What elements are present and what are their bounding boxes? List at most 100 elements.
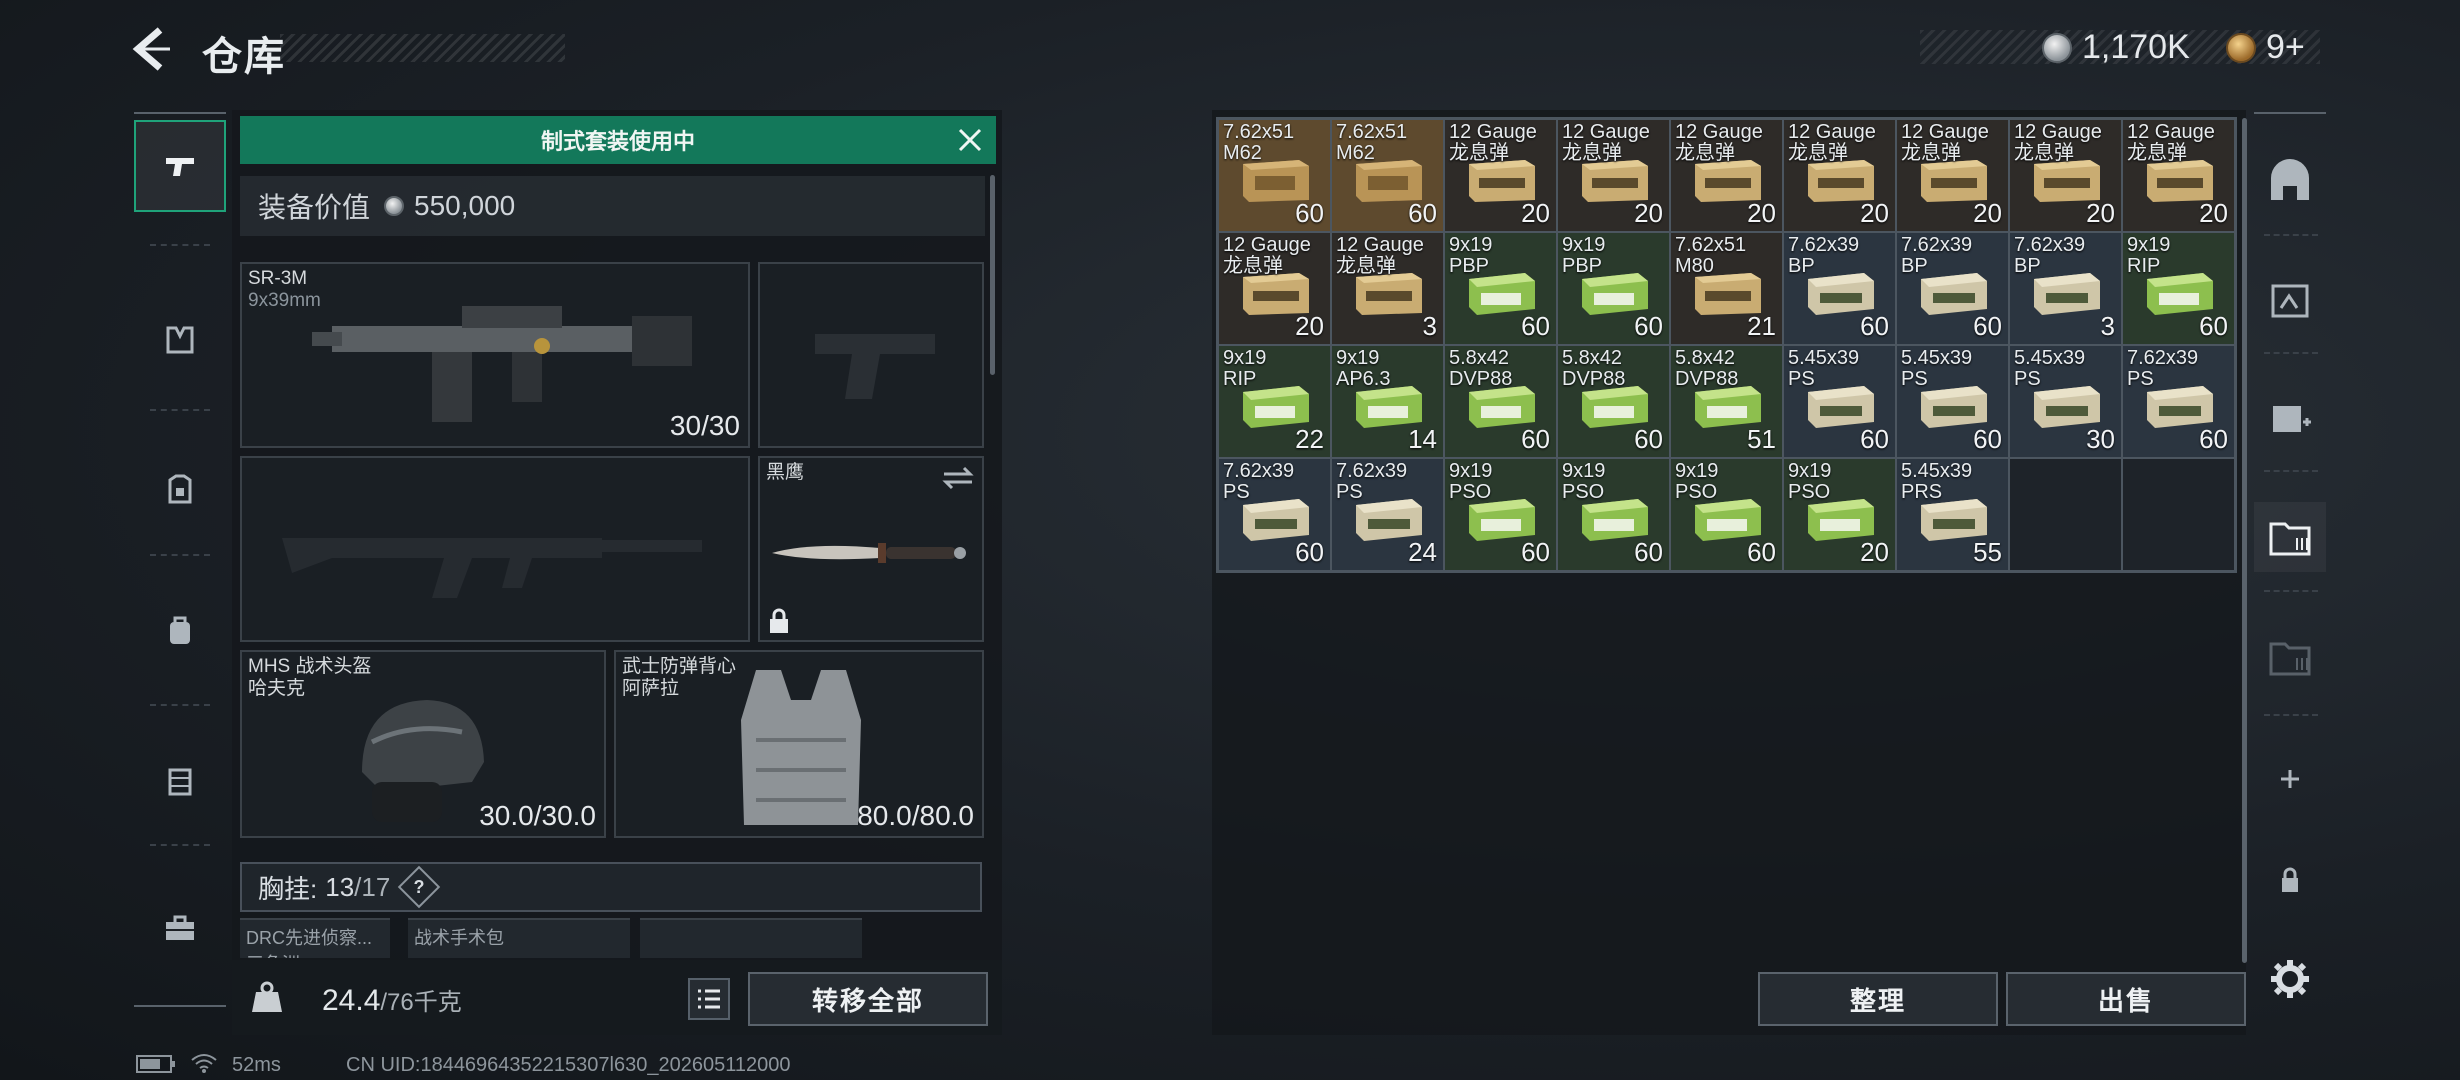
stash-item[interactable]: 7.62x39 PS 24 (1331, 458, 1444, 571)
vest-icon (741, 670, 861, 825)
ammo-quantity: 20 (2086, 198, 2115, 228)
stash-item[interactable]: 9x19 AP6.3 14 (1331, 345, 1444, 458)
stash-item[interactable]: 12 Gauge 龙息弹 20 (1218, 232, 1331, 345)
stash-item[interactable]: 5.45x39 PS 60 (1783, 345, 1896, 458)
ammo-quantity: 20 (1521, 198, 1550, 228)
stash-item[interactable]: 5.45x39 PS 60 (1896, 345, 2009, 458)
category-container[interactable] (134, 734, 226, 826)
ammo-type: PS (1788, 368, 1815, 390)
stash-item[interactable]: 12 Gauge 龙息弹 20 (1444, 119, 1557, 232)
sub-slot-1-line1: DRC先进侦察... (246, 928, 372, 948)
gold-currency[interactable]: 9+ (2226, 28, 2305, 67)
silver-currency[interactable]: 1,170K (2042, 28, 2190, 67)
stash-item[interactable]: 5.45x39 PS 30 (2009, 345, 2122, 458)
rig-label: 胸挂: (258, 873, 318, 904)
tab-safehouse[interactable] (2254, 146, 2326, 216)
pistol-icon (166, 158, 194, 176)
stash-item[interactable]: 9x19 RIP 22 (1218, 345, 1331, 458)
stash-item[interactable]: 9x19 PSO 20 (1783, 458, 1896, 571)
settings-button[interactable] (2254, 944, 2326, 1014)
stash-item[interactable]: 12 Gauge 龙息弹 20 (2122, 119, 2235, 232)
stash-item[interactable]: 12 Gauge 龙息弹 20 (1557, 119, 1670, 232)
primary-weapon-slot[interactable]: SR-3M 9x39mm 30/30 (240, 262, 750, 448)
stash-item[interactable]: 7.62x51 M62 60 (1218, 119, 1331, 232)
sell-button[interactable]: 出售 (2006, 972, 2246, 1026)
stash-item[interactable]: 12 Gauge 龙息弹 20 (2009, 119, 2122, 232)
rig-sub-slot-3[interactable] (640, 918, 862, 958)
rig-sub-slot-2[interactable]: 战术手术包 (408, 918, 630, 958)
stash-item[interactable]: 5.8x42 DVP88 60 (1444, 345, 1557, 458)
stash-item[interactable]: 12 Gauge 龙息弹 20 (1670, 119, 1783, 232)
stash-item[interactable]: 9x19 RIP 60 (2122, 232, 2235, 345)
ammo-caliber: 7.62x51 (1336, 121, 1408, 143)
stash-item[interactable]: 7.62x39 BP 60 (1896, 232, 2009, 345)
ammo-quantity: 60 (1295, 537, 1324, 567)
stash-item[interactable]: 9x19 PBP 60 (1444, 232, 1557, 345)
pistol-slot[interactable] (758, 262, 984, 448)
ammo-caliber: 12 Gauge (1223, 234, 1311, 256)
medical-box-icon (2273, 406, 2311, 432)
ammo-type: PSO (1675, 481, 1718, 503)
melee-slot[interactable]: 黑鹰 (758, 456, 984, 642)
ammo-caliber: 7.62x39 (2127, 347, 2199, 369)
rig-sub-slot-1[interactable]: DRC先进侦察... 三角洲 (240, 918, 390, 958)
armor-slot[interactable]: 武士防弹背心 阿萨拉 80.0/80.0 (614, 650, 984, 838)
stash-item[interactable]: 12 Gauge 龙息弹 20 (1896, 119, 2009, 232)
stash-item[interactable]: 9x19 PBP 60 (1557, 232, 1670, 345)
stash-item[interactable]: 9x19 PSO 60 (1557, 458, 1670, 571)
ammo-quantity: 60 (1973, 424, 2002, 454)
empty-stash-cell[interactable] (2009, 458, 2122, 571)
weight-icon (252, 981, 282, 1012)
transfer-all-button[interactable]: 转移全部 (748, 972, 988, 1026)
tab-stash-2[interactable] (2254, 382, 2326, 452)
list-button[interactable] (688, 978, 730, 1020)
ammo-quantity: 60 (1860, 311, 1889, 341)
swap-icon[interactable] (942, 466, 974, 490)
add-stash-button[interactable] (2254, 744, 2326, 814)
primary-weapon-name: SR-3M (248, 268, 308, 289)
category-toolbox[interactable] (134, 882, 226, 974)
tab-stash-1[interactable] (2254, 264, 2326, 334)
sort-button[interactable]: 整理 (1758, 972, 1998, 1026)
stash-item[interactable]: 7.62x39 BP 3 (2009, 232, 2122, 345)
category-backpack[interactable] (134, 584, 226, 676)
stash-item[interactable]: 5.8x42 DVP88 51 (1670, 345, 1783, 458)
empty-stash-cell[interactable] (2122, 458, 2235, 571)
helmet-slot[interactable]: MHS 战术头盔 哈夫克 30.0/30.0 (240, 650, 606, 838)
close-icon[interactable] (956, 126, 984, 154)
equipment-scrollbar[interactable] (990, 175, 995, 375)
stash-item[interactable]: 5.8x42 DVP88 60 (1557, 345, 1670, 458)
back-arrow-icon[interactable] (130, 26, 176, 72)
weight-display: 24.4/76千克 (322, 982, 462, 1018)
ammo-type: BP (2014, 255, 2041, 277)
chest-rig-row[interactable]: 胸挂: 13 /17 ? (240, 862, 982, 912)
category-chest-rig[interactable] (134, 294, 226, 386)
help-icon[interactable]: ? (398, 865, 441, 909)
stash-item[interactable]: 5.45x39 PRS 55 (1896, 458, 2009, 571)
tab-stash-3[interactable] (2254, 502, 2326, 572)
category-armor[interactable] (134, 444, 226, 536)
ammo-quantity: 20 (1634, 198, 1663, 228)
tab-stash-4[interactable] (2254, 622, 2326, 692)
category-weapons[interactable] (134, 120, 226, 212)
ammo-type: AP6.3 (1336, 368, 1391, 390)
ammo-type: 龙息弹 (1562, 142, 1622, 164)
stash-scrollbar[interactable] (2242, 118, 2247, 963)
stash-item[interactable]: 7.62x39 BP 60 (1783, 232, 1896, 345)
stash-item[interactable]: 9x19 PSO 60 (1444, 458, 1557, 571)
ammo-caliber: 7.62x39 (1901, 234, 1973, 256)
ammo-quantity: 60 (1634, 537, 1663, 567)
stash-item[interactable]: 7.62x51 M80 21 (1670, 232, 1783, 345)
ammo-caliber: 7.62x39 (2014, 234, 2086, 256)
stash-item[interactable]: 9x19 PSO 60 (1670, 458, 1783, 571)
ammo-quantity: 60 (2199, 424, 2228, 454)
secondary-weapon-slot[interactable] (240, 456, 750, 642)
stash-item[interactable]: 7.62x39 PS 60 (2122, 345, 2235, 458)
ammo-type: PSO (1562, 481, 1605, 503)
stash-item[interactable]: 12 Gauge 龙息弹 20 (1783, 119, 1896, 232)
stash-item[interactable]: 12 Gauge 龙息弹 3 (1331, 232, 1444, 345)
ammo-type: M62 (1336, 142, 1375, 164)
stash-item[interactable]: 7.62x51 M62 60 (1331, 119, 1444, 232)
stash-item[interactable]: 7.62x39 PS 60 (1218, 458, 1331, 571)
locked-stash-tab (2254, 844, 2326, 914)
